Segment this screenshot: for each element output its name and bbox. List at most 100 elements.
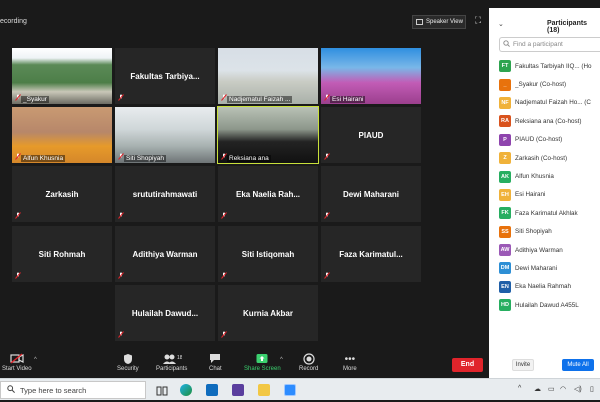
zoom-app-icon[interactable] — [284, 384, 296, 396]
avatar: AK — [499, 170, 511, 183]
video-tile[interactable]: Eka Naelia Rah... — [218, 166, 318, 222]
share-screen-button[interactable]: Share Screen — [244, 353, 281, 377]
tile-display-name: Fakultas Tarbiya... — [130, 72, 200, 81]
video-tile[interactable]: PIAUD — [321, 107, 421, 163]
participant-name: Dewi Maharani — [515, 264, 557, 272]
tile-name-label: Reksiana ana — [227, 155, 271, 162]
muted-mic-icon — [324, 212, 330, 219]
share-options-chevron-icon[interactable]: ^ — [280, 357, 283, 363]
participant-list-item[interactable]: AK Alfun Khusnia — [499, 167, 600, 185]
participant-list-item[interactable]: EH Esi Hairani — [499, 186, 600, 204]
muted-mic-icon — [221, 212, 227, 219]
video-tile[interactable]: Esi Hairani — [321, 48, 421, 104]
share-screen-label: Share Screen — [244, 366, 281, 372]
video-tile[interactable]: Kurnia Akbar — [218, 285, 318, 341]
participant-list-item[interactable]: NF Nadjematul Faizah Ho... (C — [499, 94, 600, 112]
muted-mic-icon — [221, 272, 227, 279]
notification-icon[interactable]: ▯ — [590, 385, 594, 393]
fullscreen-icon[interactable]: ⛶ — [473, 15, 483, 25]
avatar: DM — [499, 262, 511, 275]
video-tile[interactable]: Dewi Maharani — [321, 166, 421, 222]
muted-mic-icon — [118, 331, 124, 338]
participant-list-item[interactable]: HD Hulailah Dawud A455L — [499, 296, 600, 314]
video-tile[interactable]: Hulailah Dawud... — [115, 285, 215, 341]
network-icon[interactable]: ▭ — [548, 385, 555, 393]
start-video-button[interactable]: Start Video — [2, 353, 32, 377]
task-view-icon[interactable] — [156, 384, 168, 396]
video-tile[interactable]: Faza Karimatul... — [321, 226, 421, 282]
tile-display-name: Zarkasih — [45, 190, 79, 199]
participant-list-item[interactable]: SS Siti Shopiyah — [499, 223, 600, 241]
tile-display-name: srututirahmawati — [132, 190, 198, 199]
participant-name: PIAUD (Co-host) — [515, 136, 563, 144]
participants-button[interactable]: 18 Participants — [156, 353, 187, 377]
avatar: FK — [499, 207, 511, 220]
tile-display-name: Kurnia Akbar — [243, 309, 293, 318]
volume-icon[interactable]: ◁) — [574, 385, 582, 393]
tray-chevron-icon[interactable]: ^ — [518, 385, 521, 392]
participant-list-item[interactable]: EN Eka Naelia Rahmah — [499, 278, 600, 296]
more-label: More — [343, 366, 357, 372]
participant-list-item[interactable]: DM Dewi Maharani — [499, 259, 600, 277]
participants-label: Participants — [156, 366, 188, 372]
video-tile[interactable]: Siti Rohmah — [12, 226, 112, 282]
muted-mic-icon — [221, 153, 227, 160]
taskbar-search-input[interactable]: Type here to search — [0, 381, 146, 399]
mail-icon[interactable] — [206, 384, 218, 396]
participant-list-item[interactable]: RA Reksiana ana (Co-host) — [499, 112, 600, 130]
mute-all-button[interactable]: Mute All — [562, 359, 594, 371]
security-button[interactable]: Security — [117, 353, 139, 377]
invite-button[interactable]: Invite — [512, 359, 534, 371]
participant-list-item[interactable]: AW Adithiya Warman — [499, 241, 600, 259]
wifi-icon[interactable]: ◠ — [560, 385, 566, 393]
participant-name: Fakultas Tarbiyah IIQ... (Ho — [515, 62, 592, 70]
file-explorer-icon[interactable] — [258, 384, 270, 396]
participant-list: FT Fakultas Tarbiyah IIQ... (Ho _ _Syakur (… — [499, 57, 600, 314]
video-tile[interactable]: Zarkasih — [12, 166, 112, 222]
participant-list-item[interactable]: P PIAUD (Co-host) — [499, 131, 600, 149]
participant-search-input[interactable]: Find a participant — [499, 37, 600, 52]
cloud-icon[interactable]: ☁ — [534, 385, 541, 393]
participant-name: Reksiana ana (Co-host) — [515, 117, 582, 125]
video-tile[interactable]: _Syakur — [12, 48, 112, 104]
participant-list-item[interactable]: Z Zarkasih (Co-host) — [499, 149, 600, 167]
participant-search-placeholder: Find a participant — [513, 41, 563, 48]
tile-display-name: Eka Naelia Rah... — [235, 190, 301, 199]
participant-list-item[interactable]: FT Fakultas Tarbiyah IIQ... (Ho — [499, 57, 600, 75]
search-icon — [7, 385, 15, 395]
tile-name-label: Nadjematul Faizah ... — [227, 96, 293, 103]
end-meeting-button[interactable]: End — [452, 358, 483, 372]
meeting-area: ecording Speaker View ⛶ _Syakur Fakultas … — [0, 0, 489, 378]
video-tile[interactable]: Siti Istiqomah — [218, 226, 318, 282]
more-button[interactable]: ••• More — [343, 353, 357, 377]
speaker-view-button[interactable]: Speaker View — [412, 15, 466, 29]
chat-button[interactable]: Chat — [209, 353, 222, 377]
video-tile[interactable]: Alfun Khusnia — [12, 107, 112, 163]
muted-mic-icon — [118, 153, 124, 160]
video-options-chevron-icon[interactable]: ^ — [34, 357, 37, 363]
store-icon[interactable] — [232, 384, 244, 396]
muted-mic-icon — [15, 212, 21, 219]
video-tile[interactable]: Adithiya Warman — [115, 226, 215, 282]
avatar: EH — [499, 188, 511, 201]
avatar: FT — [499, 60, 511, 73]
participants-panel: ⌄ Participants (18) Find a participant F… — [489, 8, 600, 378]
video-tile[interactable]: Siti Shopiyah — [115, 107, 215, 163]
avatar: RA — [499, 115, 511, 128]
video-tile[interactable]: Reksiana ana — [217, 106, 319, 164]
avatar: P — [499, 133, 511, 146]
participant-list-item[interactable]: FK Faza Karimatul Akhlak — [499, 204, 600, 222]
muted-mic-icon — [324, 272, 330, 279]
participant-name: Hulailah Dawud A455L — [515, 301, 579, 309]
muted-mic-icon — [221, 94, 227, 101]
edge-browser-icon[interactable] — [180, 384, 192, 396]
search-icon — [503, 40, 510, 49]
participant-name: Siti Shopiyah — [515, 228, 552, 236]
tile-name-label: _Syakur — [21, 96, 49, 103]
record-button[interactable]: Record — [299, 353, 318, 377]
avatar: NF — [499, 96, 511, 109]
video-tile[interactable]: Fakultas Tarbiya... — [115, 48, 215, 104]
video-tile[interactable]: srututirahmawati — [115, 166, 215, 222]
participant-list-item[interactable]: _ _Syakur (Co-host) — [499, 75, 600, 93]
video-tile[interactable]: Nadjematul Faizah ... — [218, 48, 318, 104]
